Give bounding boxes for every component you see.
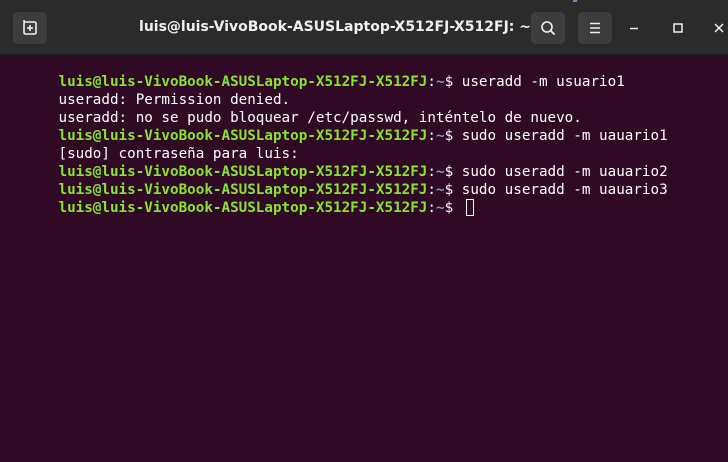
- title-bar[interactable]: luis@luis-VivoBook-ASUSLaptop-X512FJ-X51…: [0, 0, 728, 55]
- close-button[interactable]: [709, 18, 728, 38]
- minimize-button[interactable]: [624, 18, 644, 38]
- prompt-user-host: luis@luis-VivoBook-ASUSLaptop-X512FJ-X51…: [58, 200, 428, 216]
- new-tab-icon: [23, 20, 37, 35]
- prompt-separator: :: [427, 74, 436, 90]
- prompt-path: ~: [436, 200, 445, 216]
- maximize-button[interactable]: [668, 18, 688, 38]
- close-icon: [714, 23, 724, 33]
- output-text: useradd: Permission denied.: [58, 92, 291, 108]
- output-text: useradd: no se pudo bloquear /etc/passwd…: [58, 110, 582, 126]
- prompt-separator: :: [427, 128, 436, 144]
- prompt-symbol: $: [444, 128, 462, 144]
- minimize-icon: [630, 27, 638, 30]
- prompt-user-host: luis@luis-VivoBook-ASUSLaptop-X512FJ-X51…: [58, 182, 428, 198]
- window-title: luis@luis-VivoBook-ASUSLaptop-X512FJ-X51…: [139, 19, 531, 35]
- new-tab-button[interactable]: [13, 12, 47, 44]
- text-cursor: [465, 199, 474, 216]
- terminal-line: luis@luis-VivoBook-ASUSLaptop-X512FJ-X51…: [7, 55, 728, 90]
- terminal-window: luis@luis-VivoBook-ASUSLaptop-X512FJ-X51…: [0, 0, 728, 462]
- output-text: [sudo] contraseña para luis:: [58, 146, 299, 162]
- command-text: sudo useradd -m uauario3: [461, 182, 668, 198]
- prompt-separator: :: [427, 164, 436, 180]
- prompt-path: ~: [436, 182, 445, 198]
- hamburger-menu-icon: [590, 22, 600, 34]
- prompt-symbol: $: [444, 182, 462, 198]
- menu-button[interactable]: [578, 12, 612, 44]
- prompt-symbol: $: [444, 74, 462, 90]
- prompt-symbol: $: [444, 164, 462, 180]
- command-text: sudo useradd -m uauario1: [461, 128, 668, 144]
- prompt-user-host: luis@luis-VivoBook-ASUSLaptop-X512FJ-X51…: [58, 164, 428, 180]
- maximize-icon: [673, 23, 683, 33]
- search-icon: [541, 21, 555, 35]
- command-text: useradd -m usuario1: [461, 74, 625, 90]
- prompt-path: ~: [436, 74, 445, 90]
- prompt-user-host: luis@luis-VivoBook-ASUSLaptop-X512FJ-X51…: [58, 74, 428, 90]
- prompt-separator: :: [427, 200, 436, 216]
- prompt-path: ~: [436, 128, 445, 144]
- prompt-user-host: luis@luis-VivoBook-ASUSLaptop-X512FJ-X51…: [58, 128, 428, 144]
- search-button[interactable]: [531, 12, 565, 44]
- terminal-output-area[interactable]: luis@luis-VivoBook-ASUSLaptop-X512FJ-X51…: [0, 55, 728, 462]
- prompt-symbol: $: [444, 200, 462, 216]
- prompt-path: ~: [436, 164, 445, 180]
- focus-accent: [573, 0, 577, 2]
- prompt-separator: :: [427, 182, 436, 198]
- command-text: sudo useradd -m uauario2: [461, 164, 668, 180]
